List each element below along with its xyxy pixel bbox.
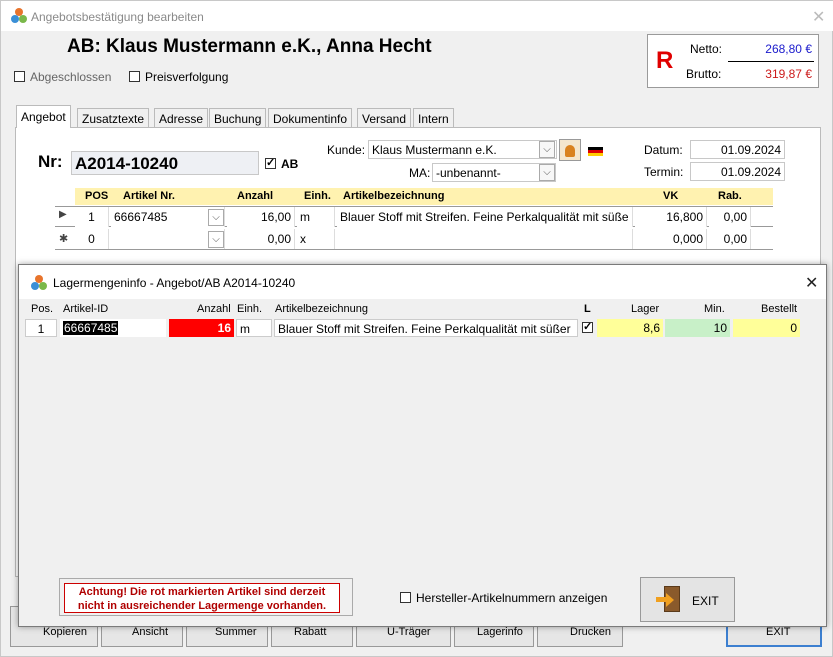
tab-angebot[interactable]: Angebot	[16, 105, 71, 128]
cell-vk[interactable]: 16,800	[635, 207, 707, 227]
new-row-icon: ✱	[59, 233, 69, 245]
nr-label: Nr:	[38, 152, 63, 171]
dcol-pos: Pos.	[31, 303, 54, 315]
col-artikel: Artikel Nr.	[123, 190, 175, 202]
dcol-einh: Einh.	[237, 303, 263, 315]
cell-rab[interactable]: 0,00	[709, 229, 751, 249]
dialog-title-bar: Lagermengeninfo - Angebot/AB A2014-10240…	[19, 265, 826, 299]
window-title: Angebotsbestätigung bearbeiten	[31, 10, 204, 24]
german-flag-icon	[588, 147, 603, 156]
dcol-bestellt: Bestellt	[761, 303, 798, 315]
brutto-label: Brutto:	[686, 67, 722, 81]
app-logo-icon	[11, 8, 27, 24]
dcol-artikel-id: Artikel-ID	[63, 303, 109, 315]
table-row[interactable]: ▶ 1 66667485 ⌵ 16,00 m Blauer Stoff mit …	[55, 206, 773, 227]
col-vk: VK	[663, 190, 679, 202]
dcell-einh[interactable]: m	[236, 319, 272, 337]
cell-bez[interactable]: Blauer Stoff mit Streifen. Feine Perkalq…	[337, 207, 633, 227]
dcell-lager[interactable]: 8,6	[597, 319, 663, 337]
dialog-logo-icon	[31, 275, 47, 291]
cell-anzahl[interactable]: 16,00	[227, 207, 295, 227]
netto-label: Netto:	[690, 42, 723, 56]
current-row-icon: ▶	[59, 209, 67, 220]
page-title: AB: Klaus Mustermann e.K., Anna Hecht	[67, 36, 432, 57]
dcell-pos[interactable]: 1	[25, 319, 57, 337]
col-pos: POS	[85, 190, 109, 202]
col-anzahl: Anzahl	[237, 190, 274, 202]
person-icon[interactable]	[559, 139, 581, 161]
tab-intern[interactable]: Intern	[413, 108, 454, 128]
kunde-dropdown-icon[interactable]: ⌵	[539, 141, 555, 158]
dcell-artikel-id[interactable]: 66667485	[60, 319, 166, 337]
col-einh: Einh.	[304, 190, 331, 202]
netto-value: 268,80 €	[765, 42, 812, 56]
dialog-title: Lagermengeninfo - Angebot/AB A2014-10240	[53, 276, 296, 290]
cell-pos[interactable]: 0	[75, 229, 109, 249]
nr-field[interactable]: A2014-10240	[71, 151, 259, 175]
col-bez: Artikelbezeichnung	[343, 190, 445, 202]
status-letter: R	[656, 47, 674, 74]
cell-einh[interactable]: x	[297, 229, 335, 249]
grid-header: POS Artikel Nr. Anzahl Einh. Artikelbeze…	[75, 188, 773, 205]
totals-box: R Netto: 268,80 € Brutto: 319,87 €	[647, 34, 819, 88]
dcell-bez[interactable]: Blauer Stoff mit Streifen. Feine Perkalq…	[274, 319, 578, 337]
cell-bez[interactable]	[337, 229, 633, 249]
tab-versand[interactable]: Versand	[357, 108, 412, 128]
dialog-close-icon[interactable]: ✕	[805, 273, 818, 293]
cell-rab[interactable]: 0,00	[709, 207, 751, 227]
tab-adresse[interactable]: Adresse	[154, 108, 209, 128]
dcol-min: Min.	[704, 303, 725, 315]
kunde-label: Kunde:	[327, 143, 366, 157]
hersteller-checkbox[interactable]	[400, 592, 411, 603]
brutto-value: 319,87 €	[765, 67, 812, 81]
dcell-l-checkbox[interactable]	[582, 320, 593, 333]
cell-pos[interactable]: 1	[75, 207, 109, 227]
datum-field[interactable]: 01.09.2024	[690, 140, 785, 159]
ma-dropdown-icon[interactable]: ⌵	[539, 164, 555, 181]
preisverfolgung-label: Preisverfolgung	[145, 70, 229, 84]
ab-label: AB	[281, 157, 299, 171]
dialog-exit-button[interactable]: EXIT	[640, 577, 735, 622]
dcol-l: L	[584, 303, 591, 315]
termin-field[interactable]: 01.09.2024	[690, 162, 785, 181]
ma-label: MA:	[409, 166, 431, 180]
table-row[interactable]: ✱ 0 ⌵ 0,00 x 0,000 0,00	[55, 229, 773, 250]
selected-artikel-id: 66667485	[63, 321, 119, 335]
cell-vk[interactable]: 0,000	[635, 229, 707, 249]
artikel-dropdown-icon[interactable]: ⌵	[208, 209, 224, 226]
hersteller-label: Hersteller-Artikelnummern anzeigen	[416, 591, 608, 605]
exit-label: EXIT	[692, 594, 719, 608]
cell-einh[interactable]: m	[297, 207, 335, 227]
grid-corner	[55, 188, 75, 205]
warning-text: Achtung! Die rot markierten Artikel sind…	[64, 583, 340, 613]
ma-field[interactable]: -unbenannt-	[432, 163, 556, 182]
preisverfolgung-checkbox[interactable]	[129, 71, 140, 82]
tab-dokumentinfo[interactable]: Dokumentinfo	[268, 108, 353, 128]
abgeschlossen-label: Abgeschlossen	[30, 70, 112, 84]
exit-door-icon	[656, 586, 682, 613]
warning-box: Achtung! Die rot markierten Artikel sind…	[59, 578, 353, 616]
kunde-field[interactable]: Klaus Mustermann e.K.	[368, 140, 557, 159]
col-rab: Rab.	[718, 190, 742, 202]
tab-buchung[interactable]: Buchung	[209, 108, 267, 128]
lagermengeninfo-dialog: Lagermengeninfo - Angebot/AB A2014-10240…	[18, 264, 827, 627]
dcell-anzahl[interactable]: 16	[169, 319, 234, 337]
title-bar: Angebotsbestätigung bearbeiten ✕	[1, 1, 833, 31]
totals-divider	[728, 61, 814, 62]
dcell-min[interactable]: 10	[665, 319, 730, 337]
cell-anzahl[interactable]: 0,00	[227, 229, 295, 249]
dcol-anzahl: Anzahl	[197, 303, 231, 315]
artikel-dropdown-icon[interactable]: ⌵	[208, 231, 224, 248]
abgeschlossen-checkbox[interactable]	[14, 71, 25, 82]
datum-label: Datum:	[644, 143, 683, 157]
termin-label: Termin:	[644, 165, 684, 179]
dcol-lager: Lager	[631, 303, 660, 315]
dcol-bez: Artikelbezeichnung	[275, 303, 368, 315]
dcell-bestellt[interactable]: 0	[733, 319, 800, 337]
tab-zusatztexte[interactable]: Zusatztexte	[77, 108, 150, 128]
close-icon[interactable]: ✕	[812, 7, 825, 27]
ab-checkbox[interactable]	[265, 156, 276, 169]
